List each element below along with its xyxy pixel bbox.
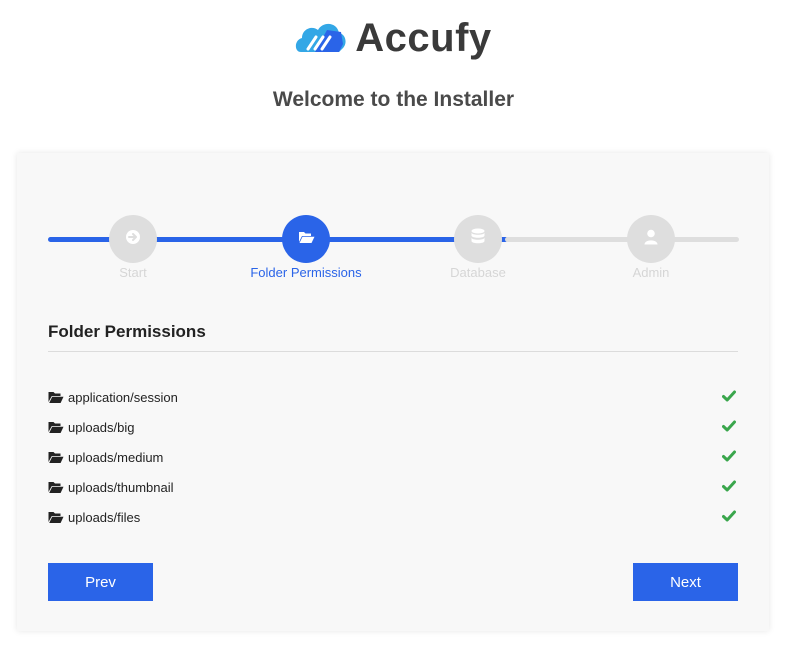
- brand-logo: Accufy: [0, 16, 787, 61]
- page-title: Welcome to the Installer: [272, 88, 515, 111]
- step-label-start: Start: [119, 265, 147, 280]
- check-icon: [722, 420, 736, 432]
- step-label-admin: Admin: [632, 265, 670, 280]
- folder-path: uploads/medium: [68, 449, 164, 465]
- folder-open-icon: [298, 230, 315, 249]
- progress-stepper: Start Folder Permissions Database Admin: [17, 153, 769, 303]
- folder-open-icon: [48, 421, 64, 433]
- cloud-logo-icon: [295, 18, 347, 59]
- step-label-folder-permissions: Folder Permissions: [250, 265, 362, 280]
- folder-open-icon: [48, 451, 64, 463]
- list-item: application/session: [48, 382, 738, 412]
- folder-path: uploads/big: [68, 419, 135, 435]
- folder-open-icon: [48, 391, 64, 403]
- list-item: uploads/thumbnail: [48, 472, 738, 502]
- database-icon: [471, 228, 485, 250]
- folder-path: uploads/thumbnail: [68, 479, 174, 495]
- user-icon: [644, 229, 658, 250]
- arrow-right-circle-icon: [125, 229, 141, 250]
- prev-button[interactable]: Prev: [48, 563, 153, 601]
- folder-open-icon: [48, 481, 64, 493]
- step-admin[interactable]: [627, 215, 675, 263]
- section-title: Folder Permissions: [48, 322, 206, 341]
- folder-permission-list: application/session uploads/big uploads/…: [48, 382, 738, 532]
- folder-path: uploads/files: [68, 509, 141, 525]
- brand-name: Accufy: [355, 16, 492, 60]
- check-icon: [722, 480, 736, 492]
- section-divider: [48, 351, 738, 352]
- list-item: uploads/medium: [48, 442, 738, 472]
- next-button[interactable]: Next: [633, 563, 738, 601]
- step-start[interactable]: [109, 215, 157, 263]
- folder-path: application/session: [68, 389, 178, 405]
- check-icon: [722, 450, 736, 462]
- installer-card: Start Folder Permissions Database Admin …: [17, 153, 769, 631]
- folder-open-icon: [48, 511, 64, 523]
- list-item: uploads/files: [48, 502, 738, 532]
- step-label-database: Database: [450, 265, 506, 280]
- progress-track-remaining: [505, 237, 739, 242]
- check-icon: [722, 390, 736, 402]
- step-folder-permissions[interactable]: [282, 215, 330, 263]
- check-icon: [722, 510, 736, 522]
- step-database[interactable]: [454, 215, 502, 263]
- list-item: uploads/big: [48, 412, 738, 442]
